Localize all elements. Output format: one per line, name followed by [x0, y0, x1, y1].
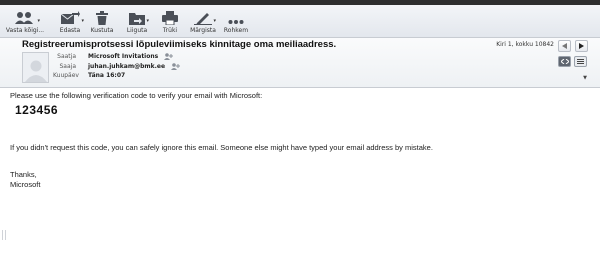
mark-button[interactable]: ▾ Märgista: [189, 7, 217, 37]
print-label: Trüki: [162, 27, 178, 34]
forward-label: Edasta: [59, 27, 81, 34]
dropdown-caret-icon[interactable]: ▾: [37, 19, 40, 24]
more-label: Rohkem: [223, 27, 249, 34]
trash-icon: [96, 7, 108, 25]
chevron-left-icon: [562, 43, 567, 49]
signature-text: Microsoft: [10, 180, 41, 189]
toolbar: ▾ Vasta kõigi... ▾ Edasta Kustuta ▾ Liig…: [0, 5, 600, 38]
message-subject: Registreerumisprotsessi lõpuleviimiseks …: [22, 39, 337, 50]
sender-avatar: [22, 52, 49, 83]
reply-all-button[interactable]: ▾ Vasta kõigi...: [5, 7, 45, 37]
next-message-button[interactable]: [575, 40, 588, 52]
message-body: Please use the following verification co…: [0, 89, 600, 255]
reply-all-icon: ▾: [14, 7, 40, 25]
intro-text: Please use the following verification co…: [10, 91, 263, 100]
pane-edge-mark: [2, 230, 3, 240]
message-header: Registreerumisprotsessi lõpuleviimiseks …: [0, 38, 600, 88]
to-label: Saaja: [59, 63, 76, 70]
to-value[interactable]: juhan.juhkam@bmk.ee: [88, 62, 165, 71]
print-button[interactable]: Trüki: [159, 7, 181, 37]
chevron-right-icon: [579, 43, 584, 49]
ignore-note: If you didn't request this code, you can…: [10, 143, 433, 152]
dropdown-caret-icon[interactable]: ▾: [81, 19, 84, 24]
person-placeholder-icon: [24, 60, 47, 82]
from-value[interactable]: Microsoft Invitations: [88, 52, 158, 61]
add-contact-icon[interactable]: [164, 53, 174, 60]
from-label: Saatja: [57, 53, 76, 60]
printer-icon: [162, 7, 178, 25]
thanks-text: Thanks,: [10, 170, 37, 179]
code-icon: [560, 59, 569, 64]
plain-text-view-button[interactable]: [574, 56, 587, 67]
from-row: Saatja Microsoft Invitations: [53, 52, 174, 61]
text-lines-icon: [577, 59, 584, 64]
html-view-button[interactable]: [558, 56, 571, 67]
date-label: Kuupäev: [53, 72, 79, 79]
message-count: Kiri 1, kokku 10842: [496, 41, 554, 48]
mail-reader-window: ▾ Vasta kõigi... ▾ Edasta Kustuta ▾ Liig…: [0, 0, 600, 255]
forward-icon: ▾: [60, 7, 84, 25]
pencil-icon: ▾: [194, 7, 216, 25]
more-dots-icon: [228, 7, 244, 25]
previous-message-button[interactable]: [558, 40, 571, 52]
add-contact-icon[interactable]: [171, 63, 181, 70]
delete-button[interactable]: Kustuta: [90, 7, 114, 37]
mark-label: Märgista: [190, 27, 216, 34]
pane-edge-mark: [5, 230, 6, 240]
forward-button[interactable]: ▾ Edasta: [56, 7, 84, 37]
reply-all-label: Vasta kõigi...: [5, 27, 45, 34]
date-row: Kuupäev Täna 16:07: [53, 71, 125, 80]
verification-code: 123456: [15, 103, 59, 117]
date-value: Täna 16:07: [88, 72, 126, 79]
move-button[interactable]: ▾ Liiguta: [124, 7, 150, 37]
more-button[interactable]: Rohkem: [221, 7, 251, 37]
dropdown-caret-icon[interactable]: ▾: [146, 19, 149, 24]
move-label: Liiguta: [126, 27, 148, 34]
to-row: Saaja juhan.juhkam@bmk.ee: [53, 62, 181, 71]
folder-move-icon: ▾: [129, 7, 149, 25]
delete-label: Kustuta: [90, 27, 114, 34]
expand-header-icon[interactable]: ▼: [583, 75, 587, 81]
dropdown-caret-icon[interactable]: ▾: [213, 19, 216, 24]
